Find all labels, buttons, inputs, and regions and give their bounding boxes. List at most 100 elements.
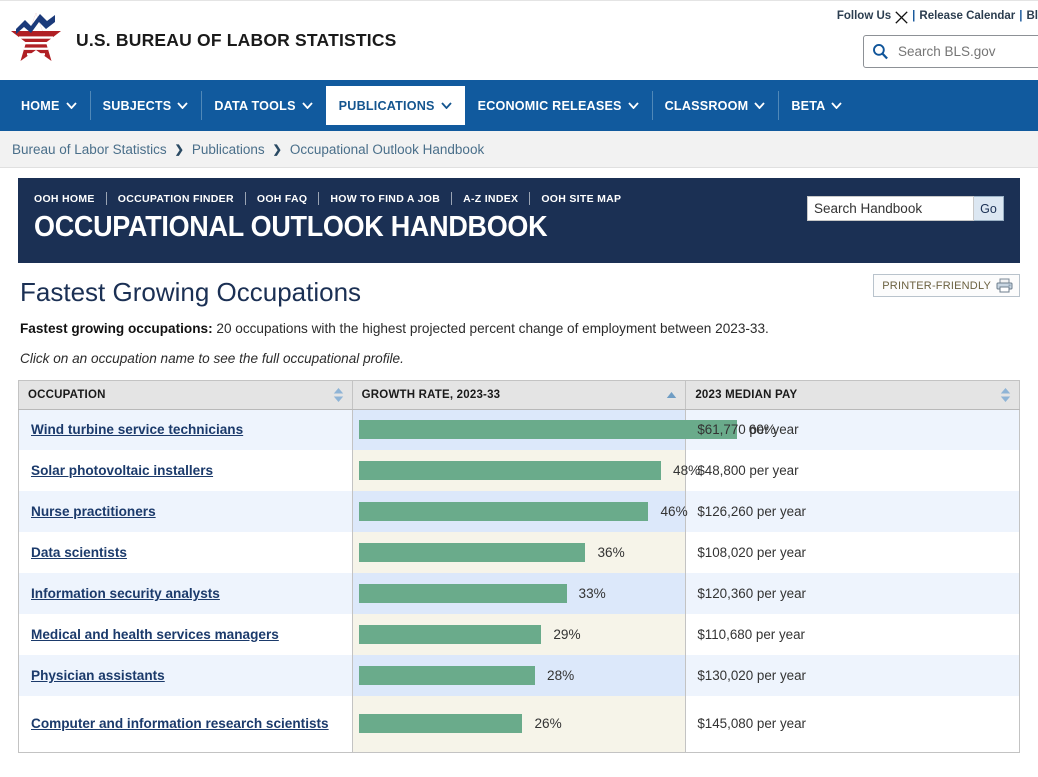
ooh-title: OCCUPATIONAL OUTLOOK HANDBOOK [34,211,548,243]
occupation-link[interactable]: Wind turbine service technicians [31,420,243,440]
chevron-down-icon [754,102,765,109]
cell-occupation: Medical and health services managers [18,614,353,656]
handbook-search-input[interactable] [807,196,974,221]
table-row: Solar photovoltaic installers 48% $48,80… [18,450,1020,492]
nav-item-economic-releases[interactable]: ECONOMIC RELEASES [465,80,652,131]
ooh-subnav-occupation-finder[interactable]: OCCUPATION FINDER [107,193,245,205]
ooh-subnav-home[interactable]: OOH HOME [34,193,106,205]
ooh-subnav-faq[interactable]: OOH FAQ [246,193,319,205]
brand-title: U.S. BUREAU OF LABOR STATISTICS [76,29,397,50]
median-pay-value: $120,360 per year [697,586,807,602]
table-row: Computer and information research scient… [18,696,1020,753]
breadcrumb: Bureau of Labor Statistics ❯ Publication… [0,131,1038,168]
occupation-link[interactable]: Solar photovoltaic installers [31,461,213,481]
table-header-row: OCCUPATION GROWTH RATE, 2023-33 2023 MED… [18,380,1020,410]
printer-friendly-button[interactable]: PRINTER-FRIENDLY [873,274,1020,297]
handbook-search: Go [807,196,1004,221]
ooh-banner-wrapper: OOH HOME OCCUPATION FINDER OOH FAQ HOW T… [0,168,1038,263]
sort-both-icon[interactable] [333,387,344,402]
nav-item-classroom-label: CLASSROOM [664,98,749,113]
breadcrumb-item-bls[interactable]: Bureau of Labor Statistics [12,142,167,157]
separator-1: | [912,9,916,22]
cell-occupation: Data scientists [18,532,353,574]
cell-growth-rate: 28% [352,655,687,697]
column-header-occupation-label: OCCUPATION [28,388,106,401]
cell-median-pay: $130,020 per year [685,655,1020,697]
occupation-link[interactable]: Computer and information research scient… [31,714,329,734]
cell-median-pay: $108,020 per year [685,532,1020,574]
median-pay-value: $61,770 per year [697,422,799,438]
ooh-subnav-site-map[interactable]: OOH SITE MAP [530,193,632,205]
separator-2: | [1019,9,1023,22]
page-title: Fastest Growing Occupations [20,277,362,307]
table-row: Physician assistants 28% $130,020 per ye… [18,655,1020,697]
breadcrumb-item-ooh[interactable]: Occupational Outlook Handbook [290,142,484,157]
ooh-subnav-a-z-index[interactable]: A-Z INDEX [452,193,529,205]
column-header-growth-rate-label: GROWTH RATE, 2023-33 [361,388,501,401]
growth-bar-wrap: 28% [358,666,680,686]
column-header-growth-rate[interactable]: GROWTH RATE, 2023-33 [352,380,687,410]
table-row: Medical and health services managers 29%… [18,614,1020,656]
follow-us-label: Follow Us [836,9,892,22]
nav-item-economic-releases-label: ECONOMIC RELEASES [477,98,622,113]
chevron-down-icon [302,102,313,109]
site-search-box[interactable] [863,35,1038,68]
printer-icon [996,278,1013,293]
release-calendar-link[interactable]: Release Calendar [919,10,1015,22]
main-content: PRINTER-FRIENDLY Fastest Growing Occupat… [0,263,1038,753]
table-row: Information security analysts 33% $120,3… [18,573,1020,615]
growth-bar-wrap: 29% [358,625,680,645]
table-row: Nurse practitioners 46% $126,260 per yea… [18,491,1020,533]
growth-bar [358,666,536,686]
median-pay-value: $130,020 per year [697,668,807,684]
median-pay-value: $145,080 per year [697,716,807,732]
growth-bar-wrap: 36% [358,543,680,563]
ooh-subnav-how-to-find-a-job[interactable]: HOW TO FIND A JOB [319,193,451,205]
cell-occupation: Wind turbine service technicians [18,409,353,451]
ooh-banner: OOH HOME OCCUPATION FINDER OOH FAQ HOW T… [18,178,1020,263]
handbook-search-go-button[interactable]: Go [974,196,1004,221]
growth-bar [358,461,662,481]
nav-item-publications[interactable]: PUBLICATIONS [325,86,465,125]
growth-bar-label: 48% [673,463,701,479]
nav-item-beta[interactable]: BETA [778,80,855,131]
occupation-link[interactable]: Physician assistants [31,666,165,686]
occupation-link[interactable]: Data scientists [31,543,127,563]
growth-bar-label: 33% [578,586,606,602]
cell-median-pay: $120,360 per year [685,573,1020,615]
chevron-down-icon [65,102,77,109]
occupation-link[interactable]: Medical and health services managers [31,625,279,645]
brand-lockup[interactable]: U.S. BUREAU OF LABOR STATISTICS [10,11,397,69]
column-header-median-pay[interactable]: 2023 MEDIAN PAY [685,380,1020,410]
cell-growth-rate: 46% [352,491,688,533]
nav-item-data-tools-label: DATA TOOLS [214,98,296,113]
column-header-occupation[interactable]: OCCUPATION [18,380,353,410]
nav-item-home[interactable]: HOME [8,80,90,131]
nav-item-classroom[interactable]: CLASSROOM [651,80,779,131]
growth-bar [358,584,567,604]
growth-bar [358,625,542,645]
cell-occupation: Physician assistants [18,655,353,697]
x-twitter-icon[interactable] [895,11,908,24]
occupation-link[interactable]: Information security analysts [31,584,220,604]
chevron-down-icon [440,102,452,109]
blog-link[interactable]: Bl [1027,10,1038,22]
sort-both-icon[interactable] [1000,387,1011,402]
cell-occupation: Nurse practitioners [18,491,353,533]
follow-us-bar: Follow Us | Release Calendar | Bl [836,9,1038,24]
nav-item-subjects[interactable]: SUBJECTS [89,80,202,131]
chevron-down-icon [831,102,843,109]
nav-item-data-tools[interactable]: DATA TOOLS [201,80,325,131]
cell-growth-rate: 29% [352,614,687,656]
median-pay-value: $126,260 per year [697,504,807,520]
breadcrumb-item-publications[interactable]: Publications [192,142,265,157]
growth-bar [358,714,523,734]
cell-median-pay: $145,080 per year [685,696,1020,753]
search-input[interactable] [896,43,1038,60]
cell-occupation: Computer and information research scient… [18,696,353,753]
growth-bar-wrap: 46% [358,502,688,522]
growth-bar-wrap: 26% [358,714,680,734]
occupation-link[interactable]: Nurse practitioners [31,502,156,522]
cell-occupation: Solar photovoltaic installers [18,450,353,492]
sort-up-icon[interactable] [666,387,677,402]
